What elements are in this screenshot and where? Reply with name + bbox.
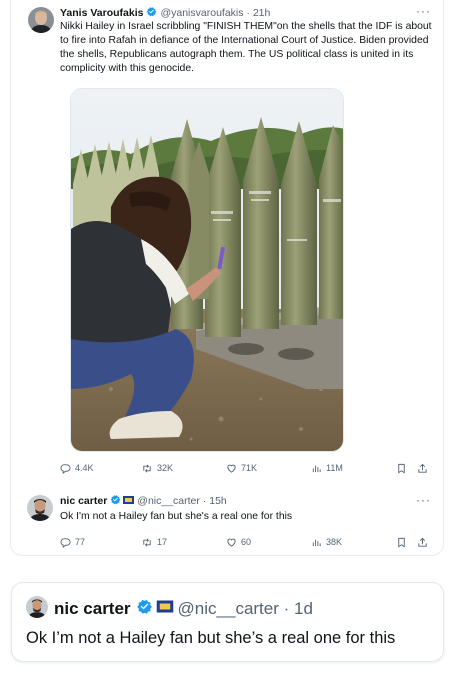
like-icon [227,538,236,547]
reply-author-name[interactable]: nic carter [60,495,107,507]
reply-header: nic carter @nic__carter · 15h [60,494,227,508]
more-icon[interactable]: ··· [416,4,431,18]
reply-author-handle[interactable]: @nic__carter [137,495,200,507]
affiliate-badge-icon [123,495,135,508]
views-icon [312,539,321,546]
quote-text: Ok I’m not a Hailey fan but she’s a real… [26,629,396,647]
retweet-count: 17 [157,537,168,547]
retweet-icon [143,464,151,472]
verified-icon [146,6,157,20]
author-handle[interactable]: @yanisvaroufakis [160,7,243,19]
views-button[interactable]: 38K [311,537,342,548]
share-icon [418,463,427,473]
timestamp[interactable]: 21h [253,7,271,19]
yanis-avatar[interactable] [28,7,54,33]
views-count: 38K [326,537,343,547]
reply-button[interactable]: 4.4K [60,463,94,474]
tweet-text: Nikki Hailey in Israel scribbling "FINIS… [60,21,432,74]
retweet-button[interactable]: 17 [141,537,167,548]
verified-icon [136,598,153,620]
like-button[interactable]: 71K [226,463,257,474]
verified-icon [110,494,121,508]
reply-text: Ok I'm not a Hailey fan but she's a real… [60,511,293,522]
share-button[interactable] [417,463,428,474]
quote-author-name[interactable]: nic carter [54,599,131,619]
author-name[interactable]: Yanis Varoufakis [60,7,143,19]
bookmark-icon [398,463,405,473]
quote-timestamp[interactable]: 1d [294,599,313,619]
views-button[interactable]: 11M [311,463,343,474]
nic-avatar[interactable] [27,495,53,521]
share-button[interactable] [417,537,428,548]
bookmark-icon [398,537,405,547]
quote-header: nic carter @nic__carter · 1d [54,598,313,620]
dot-separator: · [243,7,253,19]
reply-count: 4.4K [75,463,94,473]
reply-icon [60,463,71,474]
views-icon [312,465,321,472]
tweet-card: Yanis Varoufakis @yanisvaroufakis · 21h … [10,0,444,556]
tweet-photo[interactable] [70,88,344,452]
quote-author-handle[interactable]: @nic__carter [178,599,279,619]
views-count: 11M [326,463,343,473]
more-icon[interactable]: ··· [416,493,431,507]
quote-card[interactable]: nic carter @nic__carter · 1d Ok I’m not … [11,582,444,662]
share-icon [418,537,427,547]
tweet-header: Yanis Varoufakis @yanisvaroufakis · 21h [60,6,270,20]
reply-actions: 77 17 60 38K [11,535,445,549]
tweet-actions: 4.4K 32K 71K 11M [11,461,445,475]
like-icon [227,464,236,473]
quote-avatar[interactable] [26,596,48,618]
like-count: 71K [241,463,258,473]
bookmark-button[interactable] [396,537,407,548]
like-button[interactable]: 60 [226,537,251,548]
reply-icon [60,537,71,548]
dot-separator: · [199,495,210,507]
like-count: 60 [241,537,252,547]
dot-separator: · [278,599,295,618]
retweet-icon [143,538,151,546]
retweet-count: 32K [157,463,174,473]
retweet-button[interactable]: 32K [141,463,173,474]
affiliate-badge-icon [156,599,174,619]
bookmark-button[interactable] [396,463,407,474]
reply-timestamp[interactable]: 15h [209,495,227,507]
reply-count: 77 [75,537,86,547]
reply-button[interactable]: 77 [60,537,85,548]
